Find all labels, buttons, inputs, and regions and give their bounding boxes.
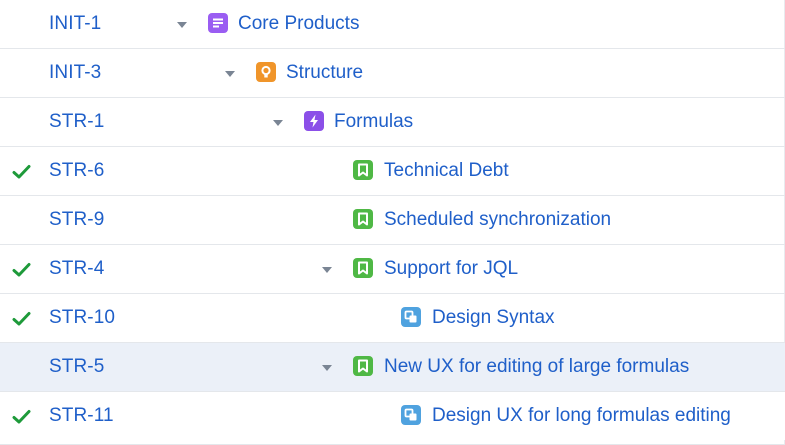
subtask-icon bbox=[401, 307, 421, 327]
collapse-caret-icon[interactable] bbox=[322, 365, 332, 371]
issue-title-link[interactable]: New UX for editing of large formulas bbox=[384, 356, 689, 378]
issue-key-link[interactable]: STR-4 bbox=[49, 258, 104, 280]
tree-row-init-3[interactable]: INIT-3 Structure bbox=[0, 49, 785, 98]
subtask-icon bbox=[401, 405, 421, 425]
story-icon bbox=[353, 160, 373, 180]
collapse-caret-icon[interactable] bbox=[273, 120, 283, 126]
issue-title-link[interactable]: Scheduled synchronization bbox=[384, 209, 611, 231]
tree-row-str-4[interactable]: STR-4 Support for JQL bbox=[0, 245, 785, 294]
collapse-caret-icon[interactable] bbox=[225, 71, 235, 77]
issue-title-link[interactable]: Formulas bbox=[334, 111, 413, 133]
issue-title-link[interactable]: Support for JQL bbox=[384, 258, 518, 280]
epic-icon bbox=[208, 13, 228, 33]
theme-icon bbox=[304, 111, 324, 131]
initiative-icon bbox=[256, 62, 276, 82]
tree-row-str-10[interactable]: STR-10 Design Syntax bbox=[0, 294, 785, 343]
overflow-fade bbox=[745, 392, 785, 440]
story-icon bbox=[353, 258, 373, 278]
resolved-check-icon bbox=[12, 163, 32, 181]
structure-tree: INIT-1 Core Products INIT-3 Structure ST… bbox=[0, 0, 785, 445]
tree-row-init-1[interactable]: INIT-1 Core Products bbox=[0, 0, 785, 49]
issue-key-link[interactable]: STR-6 bbox=[49, 160, 104, 182]
tree-row-str-11[interactable]: STR-11 Design UX for long formulas editi… bbox=[0, 392, 785, 445]
issue-title-link[interactable]: Structure bbox=[286, 62, 363, 84]
issue-key-link[interactable]: STR-10 bbox=[49, 307, 115, 329]
resolved-check-icon bbox=[12, 310, 32, 328]
tree-row-str-6[interactable]: STR-6 Technical Debt bbox=[0, 147, 785, 196]
issue-key-link[interactable]: STR-9 bbox=[49, 209, 104, 231]
issue-key-link[interactable]: STR-11 bbox=[49, 405, 114, 427]
story-icon bbox=[353, 356, 373, 376]
issue-key-link[interactable]: INIT-3 bbox=[49, 62, 101, 84]
tree-row-str-1[interactable]: STR-1 Formulas bbox=[0, 98, 785, 147]
tree-row-str-9[interactable]: STR-9 Scheduled synchronization bbox=[0, 196, 785, 245]
issue-title-link[interactable]: Core Products bbox=[238, 13, 359, 35]
resolved-check-icon bbox=[12, 261, 32, 279]
collapse-caret-icon[interactable] bbox=[177, 22, 187, 28]
issue-title-link[interactable]: Technical Debt bbox=[384, 160, 509, 182]
issue-title-link[interactable]: Design Syntax bbox=[432, 307, 555, 329]
resolved-check-icon bbox=[12, 408, 32, 426]
issue-key-link[interactable]: STR-1 bbox=[49, 111, 104, 133]
story-icon bbox=[353, 209, 373, 229]
issue-key-link[interactable]: INIT-1 bbox=[49, 13, 101, 35]
tree-row-str-5[interactable]: STR-5 New UX for editing of large formul… bbox=[0, 343, 785, 392]
collapse-caret-icon[interactable] bbox=[322, 267, 332, 273]
tree-node: Design UX for long formulas editing bbox=[401, 404, 784, 428]
issue-title-link[interactable]: Design UX for long formulas editing bbox=[432, 405, 731, 427]
issue-key-link[interactable]: STR-5 bbox=[49, 356, 104, 378]
